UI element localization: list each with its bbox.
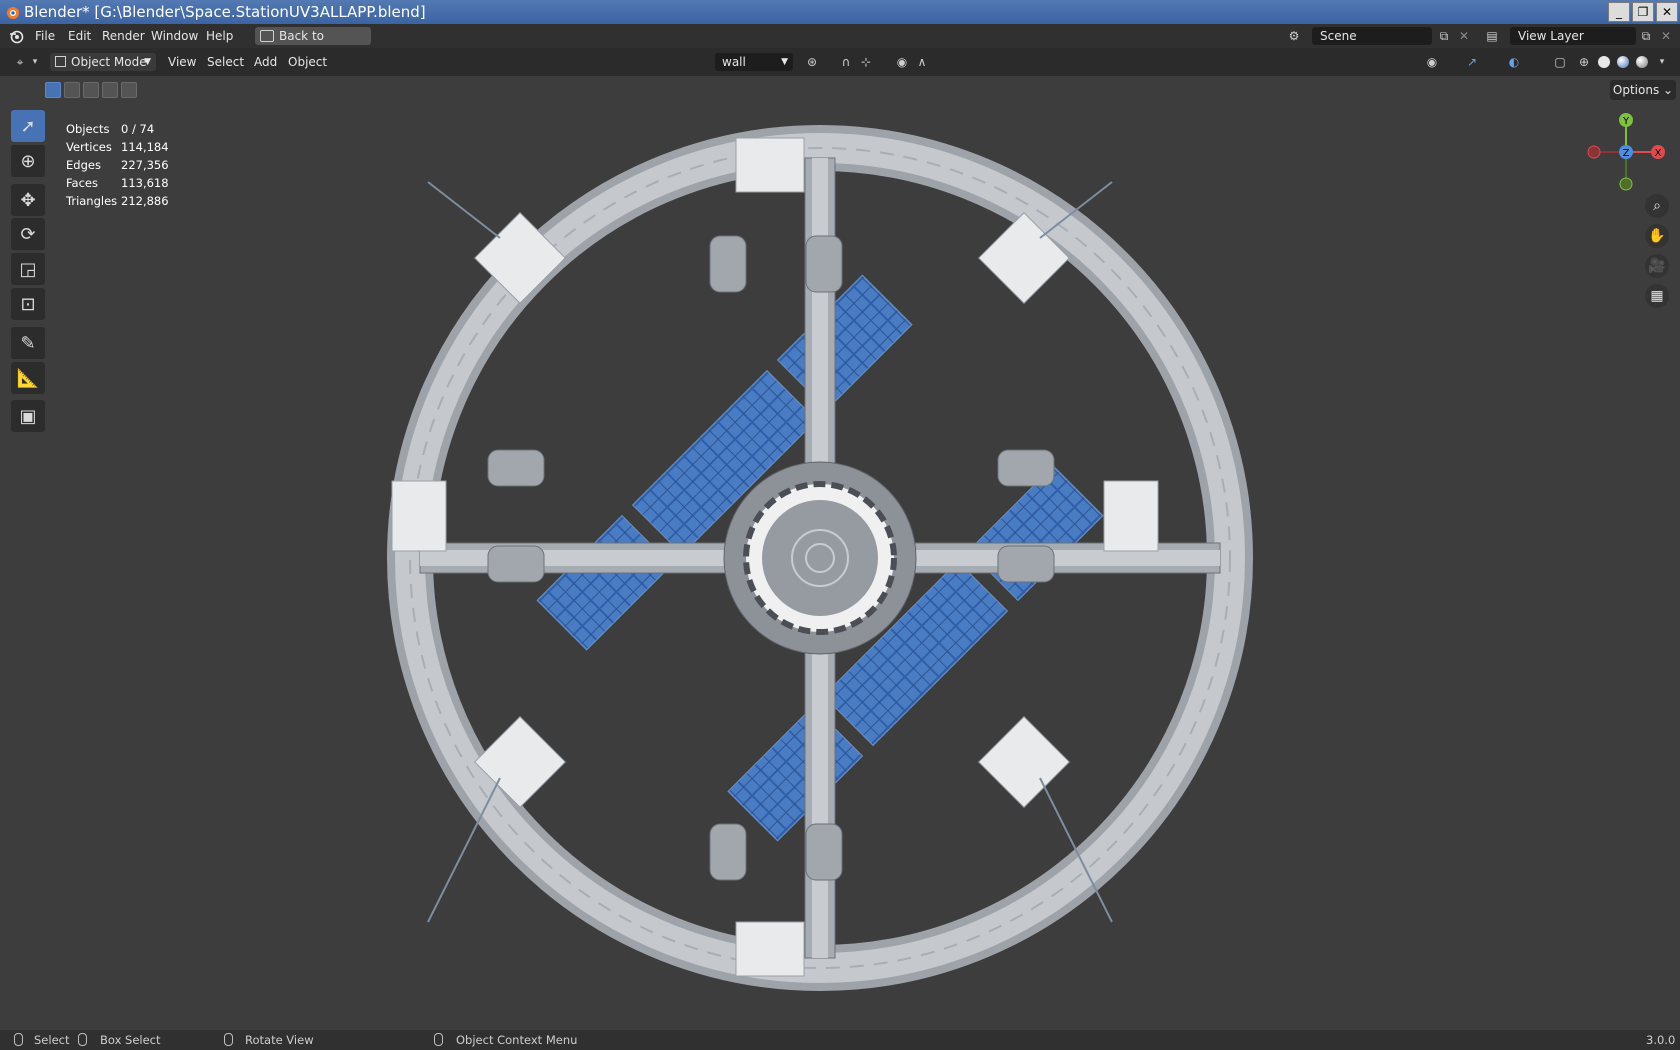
chevron-down-icon: ▾	[32, 57, 38, 67]
hand-pan-icon[interactable]: ✋	[1645, 224, 1669, 248]
view-layer-browse-icon[interactable]: ▤	[1484, 28, 1500, 44]
mouse-left-icon	[14, 1033, 23, 1046]
gizmo-neg-x-axis[interactable]	[1587, 145, 1601, 159]
wireframe-shading-icon[interactable]: ⊕	[1576, 54, 1592, 70]
view-layer-field[interactable]: View Layer	[1510, 27, 1636, 45]
view-layer-name: View Layer	[1518, 29, 1584, 43]
blender-menu-icon[interactable]	[8, 28, 24, 44]
scene-browse-icon[interactable]: ⚙	[1286, 28, 1302, 44]
close-button[interactable]: ✕	[1656, 2, 1678, 22]
gizmo-neg-y-axis[interactable]	[1619, 177, 1633, 191]
solid-shading-icon[interactable]	[1598, 56, 1610, 68]
menu-object[interactable]: Object	[288, 48, 327, 76]
menu-window[interactable]: Window	[151, 24, 198, 48]
transform-orientation-dropdown[interactable]: wall ▼	[715, 53, 793, 71]
mouse-right-icon	[434, 1033, 443, 1046]
menu-edit[interactable]: Edit	[68, 24, 91, 48]
select-new-icon[interactable]	[45, 82, 61, 98]
menu-help[interactable]: Help	[206, 24, 233, 48]
status-context-menu: Object Context Menu	[456, 1033, 578, 1047]
visibility-eye-icon[interactable]: ◉	[1424, 54, 1440, 70]
transform-orientation-label: wall	[722, 55, 746, 69]
selection-mode-buttons	[45, 82, 137, 98]
viewport-header: ⌖ ▾ Object Mode ▼ View Select Add Object…	[0, 48, 1680, 76]
minimize-button[interactable]: _	[1608, 2, 1630, 22]
tool-shelf: ➚ ⊕ ✥ ⟳ ◲ ⊡ ✎ 📐 ▣	[8, 110, 48, 440]
menu-select[interactable]: Select	[207, 48, 244, 76]
central-hub[interactable]	[723, 461, 917, 655]
mouse-drag-icon	[78, 1033, 87, 1046]
add-cube-icon[interactable]: ▣	[11, 400, 45, 432]
chevron-down-icon[interactable]: ▾	[1654, 54, 1670, 70]
maximize-button[interactable]: ❐	[1632, 2, 1654, 22]
gizmo-toggle-icon[interactable]: ↗	[1464, 54, 1480, 70]
new-scene-icon[interactable]: ⧉	[1436, 28, 1452, 44]
snap-magnet-icon[interactable]: ∩	[838, 54, 854, 70]
menu-file[interactable]: File	[35, 24, 55, 48]
stat-triangles: Triangles 212,886	[66, 194, 169, 208]
ortho-grid-icon[interactable]: ▦	[1645, 284, 1669, 308]
move-icon[interactable]: ✥	[11, 184, 45, 216]
rendered-shading-icon[interactable]	[1636, 56, 1648, 68]
gizmo-y-label: Y	[1622, 116, 1630, 127]
overlays-icon[interactable]: ◐	[1506, 54, 1522, 70]
mouse-middle-icon	[224, 1033, 233, 1046]
navigation-gizmo[interactable]: Y X Z	[1584, 110, 1668, 194]
menu-view[interactable]: View	[168, 48, 196, 76]
gizmo-z-label: Z	[1623, 148, 1630, 159]
snap-target-icon[interactable]: ⊹	[858, 54, 874, 70]
xray-icon[interactable]: ▢	[1552, 54, 1568, 70]
object-mode-dropdown[interactable]: Object Mode ▼	[50, 53, 156, 71]
annotate-icon[interactable]: ✎	[11, 327, 45, 359]
options-label: Options	[1612, 83, 1660, 97]
space-station-model[interactable]	[380, 118, 1260, 998]
rotate-icon[interactable]: ⟳	[11, 218, 45, 250]
screen-icon	[260, 30, 274, 42]
status-rotate-view: Rotate View	[245, 1033, 314, 1047]
measure-icon[interactable]: 📐	[11, 362, 45, 394]
delete-view-layer-icon[interactable]: ✕	[1658, 28, 1674, 44]
scene-name-field[interactable]: Scene	[1312, 27, 1432, 45]
stat-faces: Faces 113,618	[66, 176, 169, 190]
status-bar: Select Box Select Rotate View Object Con…	[0, 1030, 1680, 1050]
stat-vertices: Vertices 114,184	[66, 140, 169, 154]
select-intersect-icon[interactable]	[121, 82, 137, 98]
scene-statistics: Objects 0 / 74 Vertices 114,184 Edges 227,3…	[66, 120, 216, 210]
cube-icon	[55, 56, 66, 67]
pivot-point-icon[interactable]: ⊛	[804, 54, 820, 70]
select-subtract-icon[interactable]	[83, 82, 99, 98]
back-to-previous-button[interactable]: Back to Previous	[255, 27, 371, 61]
chevron-down-icon: ▼	[781, 57, 788, 67]
menu-render[interactable]: Render	[102, 24, 145, 48]
object-mode-label: Object Mode	[71, 55, 147, 69]
select-invert-icon[interactable]	[102, 82, 118, 98]
stat-edges: Edges 227,356	[66, 158, 169, 172]
window-titlebar: Blender* [G:\Blender\Space.StationUV3ALL…	[0, 0, 1680, 24]
editor-type-icon[interactable]: ⌖	[12, 54, 28, 70]
scene-name: Scene	[1320, 29, 1357, 43]
cursor-icon[interactable]: ⊕	[11, 145, 45, 177]
material-shading-icon[interactable]	[1617, 56, 1629, 68]
select-box-icon[interactable]: ➚	[11, 110, 45, 142]
select-extend-icon[interactable]	[64, 82, 80, 98]
blender-logo-icon	[7, 7, 19, 19]
status-select: Select	[34, 1033, 70, 1047]
menu-add[interactable]: Add	[254, 48, 277, 76]
transform-icon[interactable]: ⊡	[11, 288, 45, 320]
top-menubar: File Edit Render Window Help Back to Pre…	[0, 24, 1680, 61]
status-box-select: Box Select	[100, 1033, 161, 1047]
new-view-layer-icon[interactable]: ⧉	[1638, 28, 1654, 44]
window-title: Blender* [G:\Blender\Space.StationUV3ALL…	[24, 3, 426, 21]
version-label: 3.0.0	[1646, 1033, 1676, 1047]
proportional-edit-icon[interactable]: ◉	[894, 54, 910, 70]
zoom-icon[interactable]: ⌕	[1645, 194, 1669, 218]
stat-objects: Objects 0 / 74	[66, 122, 155, 136]
camera-icon[interactable]: 🎥	[1645, 254, 1669, 278]
scale-icon[interactable]: ◲	[11, 253, 45, 285]
options-dropdown[interactable]: Options ⌄	[1610, 80, 1676, 100]
gizmo-x-label: X	[1655, 148, 1662, 159]
falloff-icon[interactable]: ∧	[914, 54, 930, 70]
delete-scene-icon[interactable]: ✕	[1456, 28, 1472, 44]
chevron-down-icon: ▼	[144, 57, 151, 67]
